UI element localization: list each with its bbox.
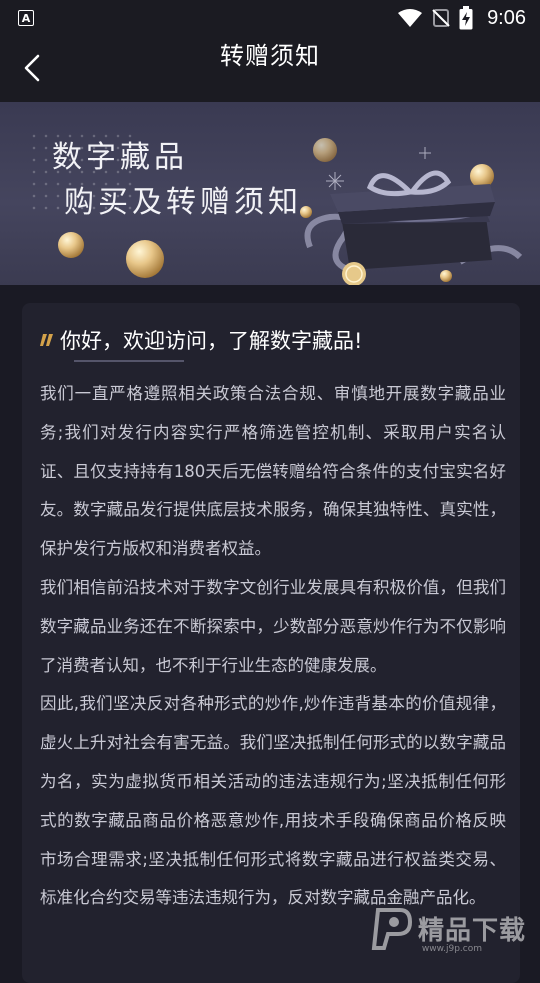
paragraph: 我们一直严格遵照相关政策合法合规、审慎地开展数字藏品业务;我们对发行内容实行严格… — [40, 384, 506, 559]
heading-underline — [74, 360, 184, 362]
paragraph: 因此,我们坚决反对各种形式的炒作,炒作违背基本的价值规律，虚火上升对社会有害无益… — [40, 694, 506, 908]
card-heading-row: 你好，欢迎访问，了解数字藏品! — [40, 325, 362, 355]
watermark-logo-icon — [371, 908, 412, 950]
gift-box-illustration — [304, 147, 523, 285]
clock: 9:06 — [487, 6, 526, 29]
card-heading: 你好，欢迎访问，了解数字藏品! — [60, 329, 363, 353]
status-bar: A 9:06 — [0, 0, 540, 36]
gold-pearl — [126, 240, 164, 278]
no-signal-icon — [432, 9, 450, 27]
quote-mark-icon — [40, 334, 53, 346]
gold-pearl — [58, 232, 84, 258]
battery-charging-icon — [459, 6, 473, 30]
watermark-brand: 精品下载 — [418, 915, 527, 946]
watermark-url: www.j9p.com — [421, 944, 482, 954]
hero-banner: 数字藏品 购买及转赠须知 — [0, 102, 540, 285]
card-body: 我们一直严格遵照相关政策合法合规、审慎地开展数字藏品业务;我们对发行内容实行严格… — [40, 375, 506, 918]
banner-title-line2: 购买及转赠须知 — [64, 185, 302, 220]
app-notification-icon: A — [18, 10, 34, 26]
page-title: 转赠须知 — [220, 42, 320, 70]
nav-header: 转赠须知 — [0, 36, 540, 102]
banner-title-line1: 数字藏品 — [52, 140, 188, 175]
wifi-icon — [398, 9, 423, 27]
paragraph: 我们相信前沿技术对于数字文创行业发展具有积极价值，但我们数字藏品业务还在不断探索… — [40, 577, 506, 675]
notice-card: 你好，欢迎访问，了解数字藏品! 我们一直严格遵照相关政策合法合规、审慎地开展数字… — [22, 303, 520, 983]
watermark: 精品下载 www.j9p.com — [370, 900, 530, 956]
status-icons: 9:06 — [397, 4, 526, 32]
